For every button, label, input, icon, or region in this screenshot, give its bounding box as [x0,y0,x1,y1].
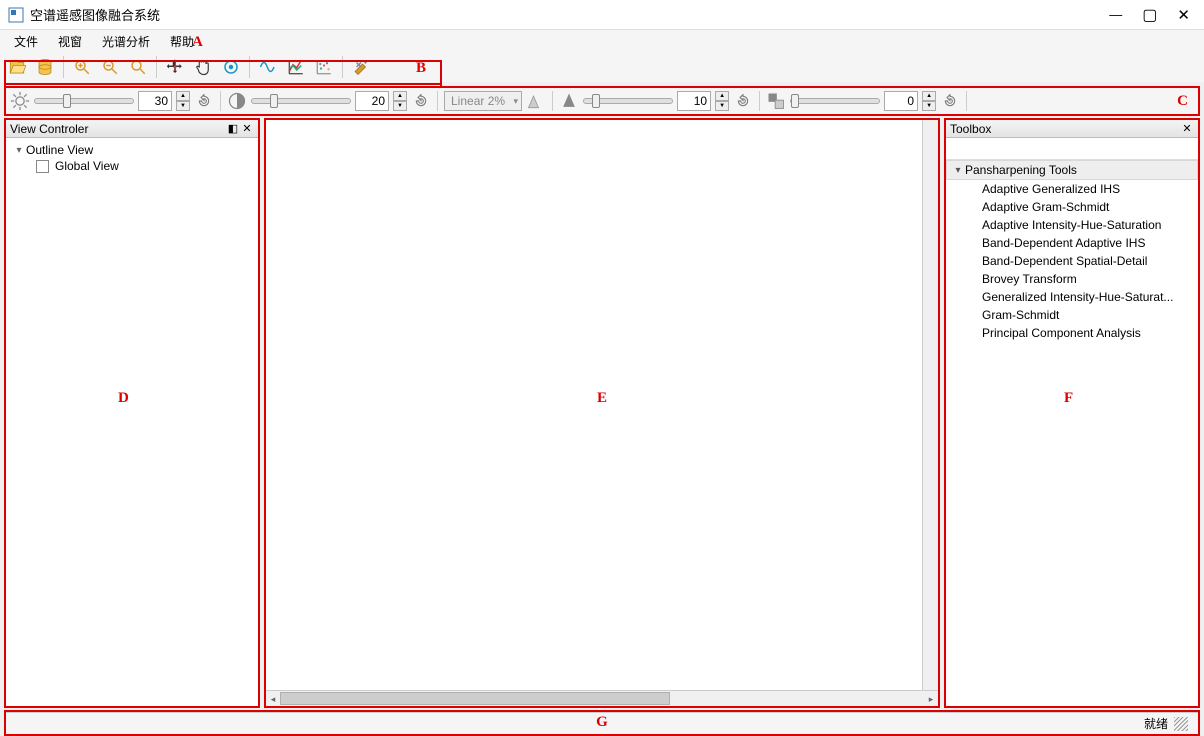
region-label-E: E [597,390,607,407]
title-bar: 空谱遥感图像融合系统 — ▢ ✕ [0,0,1204,30]
contrast-value[interactable]: 20 [355,91,389,111]
spectral-curve-button[interactable] [255,54,281,80]
menu-help[interactable]: 帮助 [160,33,204,50]
sharpen-slider[interactable] [583,98,673,104]
brightness-slider[interactable] [34,98,134,104]
toolbox-item[interactable]: Band-Dependent Adaptive IHS [946,234,1198,252]
brightness-spinner[interactable]: ▲▼ [176,91,190,111]
database-button[interactable] [32,54,58,80]
brightness-icon [10,91,30,111]
toolbox-category-label: Pansharpening Tools [965,163,1077,177]
status-text: 就绪 [1144,715,1168,732]
menubar-toolbar-region: 文件 视窗 光谱分析 帮助 A B [0,30,1204,82]
outline-child[interactable]: Global View [36,158,252,174]
view-controller-title: View Controler [10,122,226,136]
caret-down-icon: ▾ [12,145,26,156]
transparency-icon [766,91,786,111]
region-label-G: G [596,714,608,731]
toolbox-close-button[interactable]: ✕ [1180,122,1194,135]
outline-root-label: Outline View [26,143,93,157]
toolbox-item[interactable]: Generalized Intensity-Hue-Saturat... [946,288,1198,306]
region-label-F: F [1064,390,1073,407]
panel-pin-button[interactable]: ◧ [226,122,240,135]
region-label-D: D [118,390,129,407]
zoom-fit-button[interactable] [125,54,151,80]
resize-grip[interactable] [1174,717,1188,731]
outline-root[interactable]: ▾ Outline View [12,142,252,158]
brightness-value[interactable]: 30 [138,91,172,111]
sharpen-spinner[interactable]: ▲▼ [715,91,729,111]
contrast-icon [227,91,247,111]
menu-spectral[interactable]: 光谱分析 [92,33,160,50]
toolbox-item[interactable]: Gram-Schmidt [946,306,1198,324]
target-button[interactable] [218,54,244,80]
contrast-slider[interactable] [251,98,351,104]
maximize-button[interactable]: ▢ [1142,5,1157,25]
contrast-reset-button[interactable] [411,91,431,111]
window-title: 空谱遥感图像融合系统 [30,5,1109,24]
outline-tree: ▾ Outline View Global View [6,138,258,178]
minimize-button[interactable]: — [1109,7,1122,22]
outline-child-label: Global View [55,159,119,173]
toolbox-item[interactable]: Adaptive Generalized IHS [946,180,1198,198]
image-viewport[interactable]: ◂ ▸ E [264,118,940,708]
app-icon [8,7,24,23]
view-controller-panel: View Controler ◧ ✕ ▾ Outline View Global… [4,118,260,708]
hand-pan-button[interactable] [190,54,216,80]
adjust-bar: 30 ▲▼ 20 ▲▼ Linear 2% 10 ▲▼ 0 ▲▼ C [6,88,1198,114]
horizontal-scrollbar[interactable]: ◂ ▸ [266,690,938,706]
transparency-slider[interactable] [790,98,880,104]
panel-close-button[interactable]: ✕ [240,122,254,135]
spectral-plot-button[interactable] [283,54,309,80]
scatter-plot-button[interactable] [311,54,337,80]
toolbox-item[interactable]: Adaptive Intensity-Hue-Saturation [946,216,1198,234]
toolbox-item[interactable]: Principal Component Analysis [946,324,1198,342]
contrast-spinner[interactable]: ▲▼ [393,91,407,111]
transparency-value[interactable]: 0 [884,91,918,111]
menu-bar: 文件 视窗 光谱分析 帮助 [0,30,1204,52]
toolbox-item[interactable]: Band-Dependent Spatial-Detail [946,252,1198,270]
toolbox-tree: ▾ Pansharpening Tools Adaptive Generaliz… [946,160,1198,342]
zoom-in-button[interactable] [69,54,95,80]
brightness-reset-button[interactable] [194,91,214,111]
toolbox-panel: Toolbox ✕ ▾ Pansharpening Tools Adaptive… [944,118,1200,708]
histogram-icon [526,91,546,111]
open-file-button[interactable] [4,54,30,80]
menu-view[interactable]: 视窗 [48,33,92,50]
vertical-scrollbar[interactable] [922,120,938,690]
toolbox-category[interactable]: ▾ Pansharpening Tools [946,160,1198,180]
region-label-C: C [1177,93,1188,110]
toolbox-title: Toolbox [950,122,1180,136]
main-toolbar [0,52,1204,82]
stretch-combo[interactable]: Linear 2% [444,91,522,111]
sharpen-reset-button[interactable] [733,91,753,111]
transparency-reset-button[interactable] [940,91,960,111]
global-view-checkbox[interactable] [36,160,49,173]
transparency-spinner[interactable]: ▲▼ [922,91,936,111]
toolbox-item[interactable]: Brovey Transform [946,270,1198,288]
zoom-out-button[interactable] [97,54,123,80]
close-button[interactable]: ✕ [1177,6,1190,24]
settings-button[interactable] [348,54,374,80]
sharpen-value[interactable]: 10 [677,91,711,111]
sharpen-icon [559,91,579,111]
toolbox-item[interactable]: Adaptive Gram-Schmidt [946,198,1198,216]
pan-move-button[interactable] [162,54,188,80]
status-bar: G 就绪 [6,712,1198,734]
caret-down-icon: ▾ [951,165,965,176]
menu-file[interactable]: 文件 [4,33,48,50]
